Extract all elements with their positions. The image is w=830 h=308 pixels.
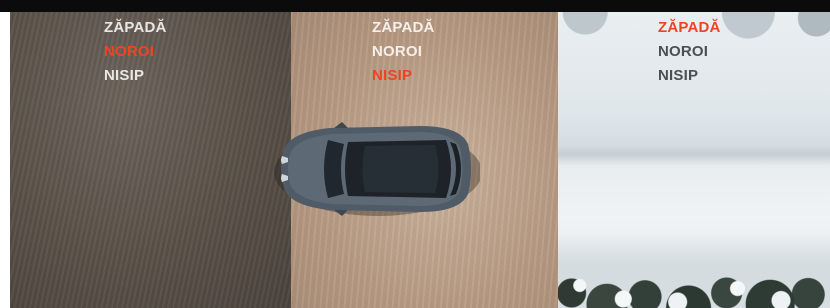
snow-panel-labels: ZĂPADĂ NOROI NISIP bbox=[658, 16, 721, 88]
label-noroi: NOROI bbox=[372, 43, 423, 60]
label-zapada: ZĂPADĂ bbox=[104, 19, 167, 36]
label-noroi: NOROI bbox=[658, 43, 709, 60]
top-bar bbox=[0, 0, 830, 12]
mud-panel-labels: ZĂPADĂ NOROI NISIP bbox=[104, 16, 167, 88]
car-top-view bbox=[274, 122, 480, 216]
terrain-banner: ZĂPADĂ NOROI NISIP ZĂPADĂ NOROI NISIP ZĂ… bbox=[0, 0, 830, 308]
sand-panel-labels: ZĂPADĂ NOROI NISIP bbox=[372, 16, 435, 88]
label-noroi: NOROI bbox=[104, 43, 155, 60]
label-nisip: NISIP bbox=[104, 67, 145, 84]
label-zapada: ZĂPADĂ bbox=[372, 19, 435, 36]
snowy-trees-bottom bbox=[558, 233, 830, 308]
label-zapada: ZĂPADĂ bbox=[658, 19, 721, 36]
label-nisip: NISIP bbox=[658, 67, 699, 84]
label-nisip: NISIP bbox=[372, 67, 413, 84]
